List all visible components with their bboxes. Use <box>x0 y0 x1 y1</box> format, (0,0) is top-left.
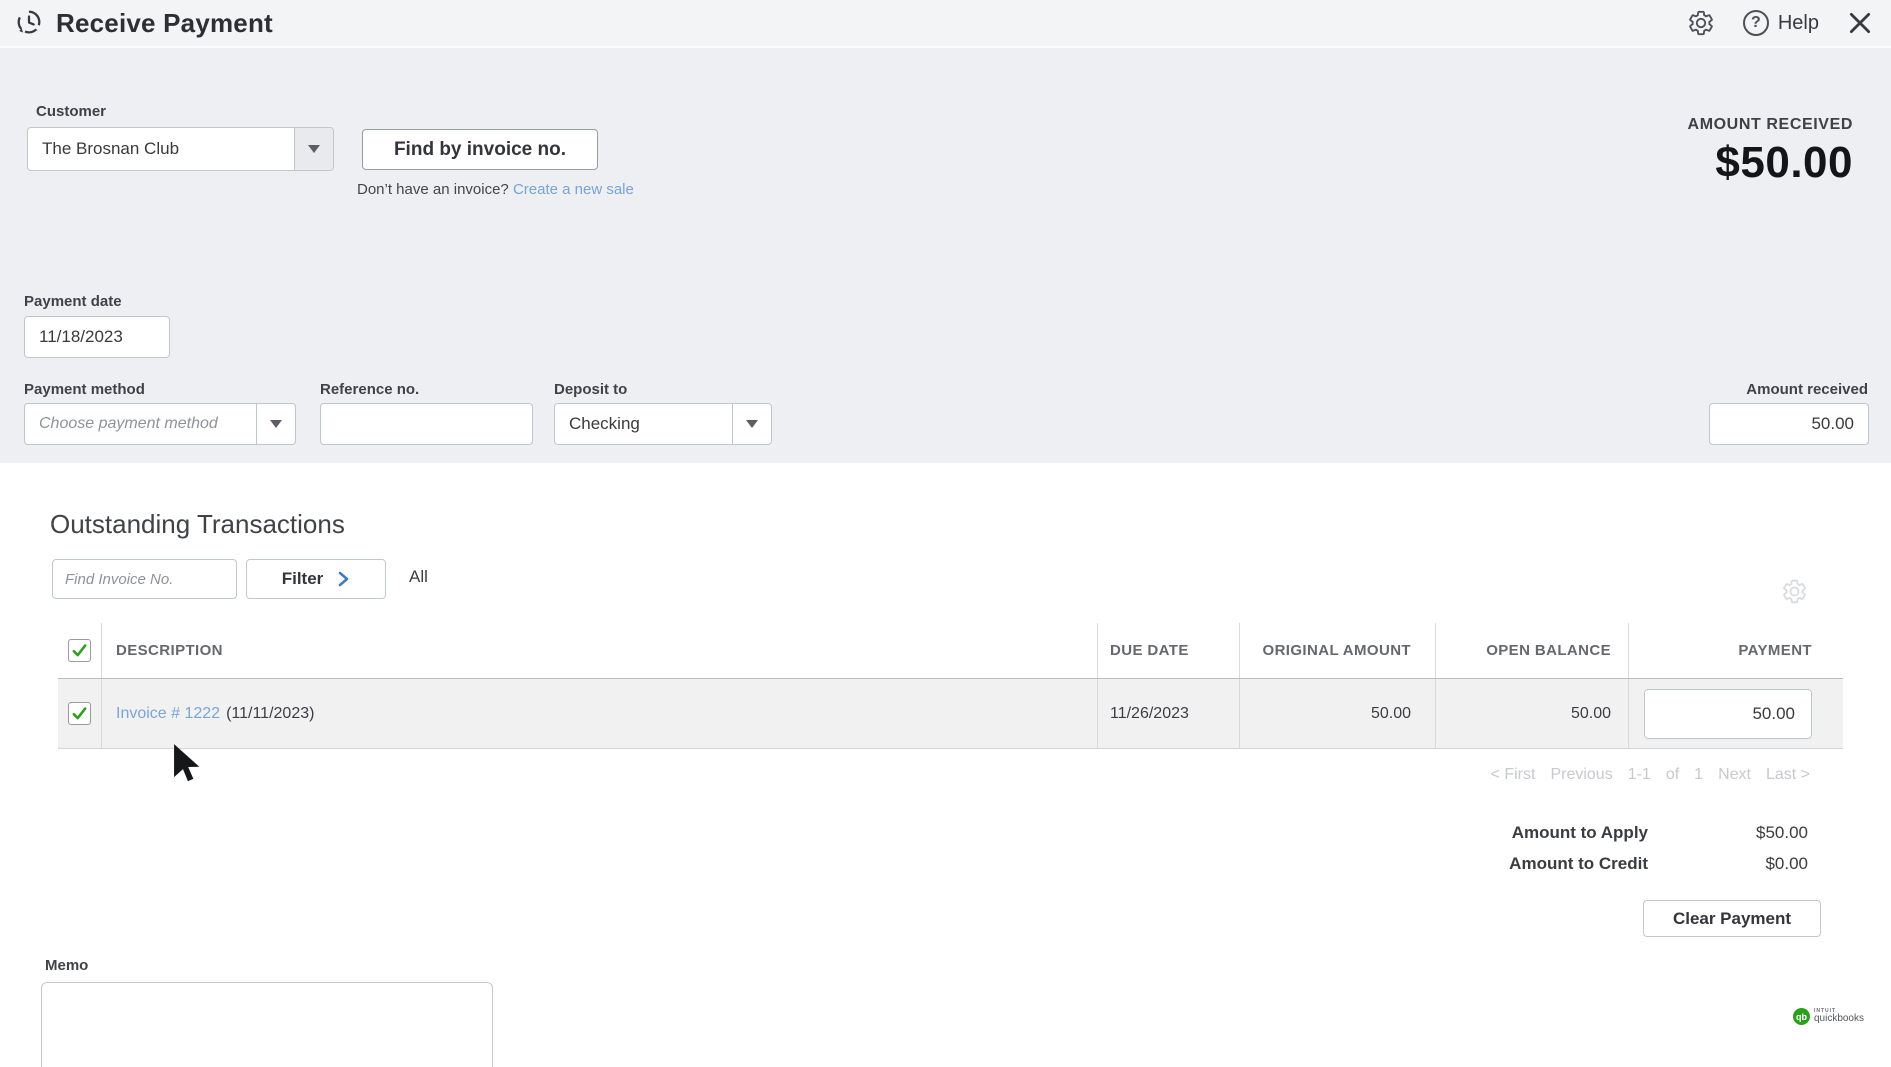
amount-received-display: AMOUNT RECEIVED $50.00 <box>1688 116 1853 188</box>
no-invoice-hint: Don’t have an invoice? Create a new sale <box>357 181 634 198</box>
deposit-to-dropdown[interactable]: Checking <box>554 403 772 445</box>
topbar: Receive Payment ? Help <box>0 0 1891 48</box>
memo-label: Memo <box>45 957 88 974</box>
chevron-down-icon[interactable] <box>294 128 333 170</box>
payment-method-placeholder: Choose payment method <box>25 415 256 433</box>
page-title: Receive Payment <box>56 8 273 39</box>
select-all-checkbox[interactable] <box>68 639 91 662</box>
quickbooks-wordmark: quickbooks <box>1814 1014 1864 1024</box>
customer-dropdown[interactable]: The Brosnan Club <box>27 127 334 171</box>
quickbooks-icon: qb <box>1793 1008 1810 1025</box>
deposit-to-label: Deposit to <box>554 381 627 398</box>
pagination: < First Previous 1-1 of 1 Next Last > <box>1491 766 1810 784</box>
reference-no-input[interactable] <box>320 403 533 445</box>
topbar-right: ? Help <box>1687 9 1873 37</box>
help-button[interactable]: ? Help <box>1743 10 1819 36</box>
reference-no-label: Reference no. <box>320 381 419 398</box>
column-header-original-amount: ORIGINAL AMOUNT <box>1240 623 1436 678</box>
no-invoice-text: Don’t have an invoice? <box>357 181 509 198</box>
topbar-left: Receive Payment <box>14 8 273 39</box>
column-header-payment: PAYMENT <box>1629 623 1843 678</box>
column-header-description: DESCRIPTION <box>102 623 1098 678</box>
outstanding-transactions-section: Outstanding Transactions Filter All <box>0 463 1891 1067</box>
help-label: Help <box>1778 12 1819 35</box>
intuit-quickbooks-logo: qb INTUIT quickbooks <box>1793 1008 1864 1025</box>
customer-value: The Brosnan Club <box>28 139 294 159</box>
recent-transactions-icon[interactable] <box>14 8 44 38</box>
section-title: Outstanding Transactions <box>50 509 345 540</box>
close-icon[interactable] <box>1847 10 1873 36</box>
amount-received-total: $50.00 <box>1688 138 1853 188</box>
create-new-sale-link[interactable]: Create a new sale <box>513 181 634 198</box>
payment-method-dropdown[interactable]: Choose payment method <box>24 403 296 445</box>
find-invoice-input[interactable] <box>52 559 237 599</box>
row-checkbox[interactable] <box>68 702 91 725</box>
chevron-right-icon <box>337 571 350 587</box>
original-amount-cell: 50.00 <box>1240 679 1436 748</box>
column-header-due-date: DUE DATE <box>1098 623 1240 678</box>
customer-label: Customer <box>36 103 106 120</box>
open-balance-cell: 50.00 <box>1436 679 1629 748</box>
memo-textarea[interactable] <box>41 982 493 1067</box>
chevron-down-icon[interactable] <box>732 404 771 444</box>
payment-date-input[interactable] <box>24 316 170 358</box>
amount-to-apply-label: Amount to Apply <box>1512 823 1648 843</box>
receive-payment-window: Receive Payment ? Help Customer The Bros… <box>0 0 1891 1067</box>
amount-to-credit-label: Amount to Credit <box>1509 854 1648 874</box>
gear-icon[interactable] <box>1687 9 1715 37</box>
table-settings-gear-icon[interactable] <box>1781 578 1808 610</box>
deposit-to-value: Checking <box>555 414 732 434</box>
chevron-down-icon[interactable] <box>256 404 295 444</box>
check-icon <box>71 705 88 722</box>
invoice-link[interactable]: Invoice # 1222 <box>116 705 220 723</box>
invoice-date: (11/11/2023) <box>226 705 314 723</box>
table-header-row: DESCRIPTION DUE DATE ORIGINAL AMOUNT OPE… <box>58 623 1843 679</box>
amount-to-apply-value: $50.00 <box>1756 823 1808 843</box>
payment-form-section: Customer The Brosnan Club Find by invoic… <box>0 48 1891 463</box>
filter-button[interactable]: Filter <box>246 559 386 599</box>
find-by-invoice-button[interactable]: Find by invoice no. <box>362 129 598 170</box>
due-date-cell: 11/26/2023 <box>1098 679 1240 748</box>
pagination-next[interactable]: Next <box>1718 766 1751 784</box>
pagination-last[interactable]: Last > <box>1766 766 1810 784</box>
amount-received-input[interactable] <box>1709 403 1869 445</box>
amount-to-credit-value: $0.00 <box>1765 854 1808 874</box>
check-icon <box>71 642 88 659</box>
amount-received-heading: AMOUNT RECEIVED <box>1688 116 1853 134</box>
column-header-open-balance: OPEN BALANCE <box>1436 623 1629 678</box>
clear-payment-button[interactable]: Clear Payment <box>1643 900 1821 937</box>
help-icon: ? <box>1743 10 1769 36</box>
pagination-previous[interactable]: Previous <box>1550 766 1612 784</box>
table-row: Invoice # 1222 (11/11/2023) 11/26/2023 5… <box>58 679 1843 749</box>
filter-scope-all[interactable]: All <box>409 567 428 587</box>
amount-received-field-label: Amount received <box>1746 381 1868 398</box>
pagination-range: 1-1 <box>1628 766 1651 784</box>
pagination-total: 1 <box>1694 766 1703 784</box>
payment-amount-input[interactable] <box>1644 689 1812 739</box>
pagination-first[interactable]: < First <box>1491 766 1536 784</box>
payment-method-label: Payment method <box>24 381 145 398</box>
pagination-of: of <box>1666 766 1679 784</box>
payment-date-label: Payment date <box>24 293 122 310</box>
filter-label: Filter <box>282 569 324 589</box>
transactions-table: DESCRIPTION DUE DATE ORIGINAL AMOUNT OPE… <box>58 623 1843 749</box>
